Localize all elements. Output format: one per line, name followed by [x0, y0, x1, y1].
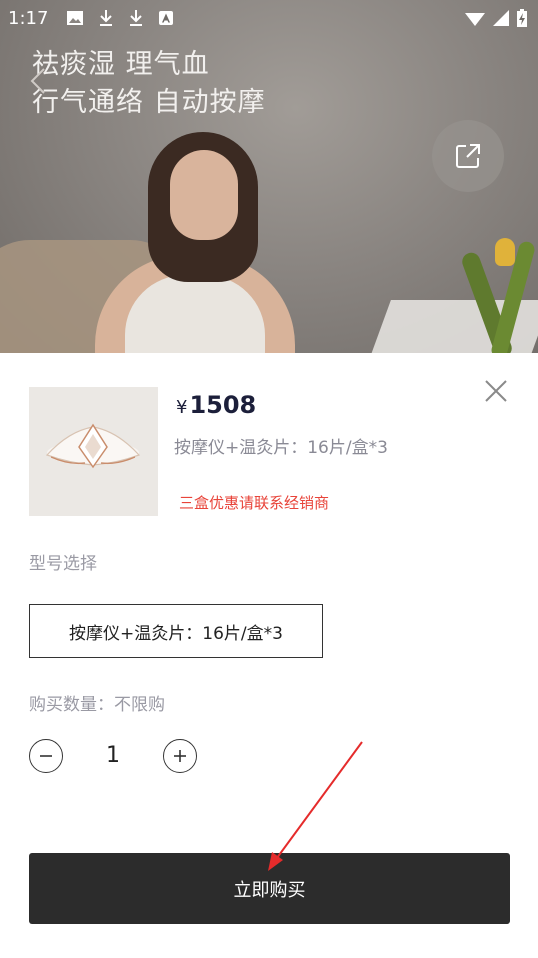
massager-product-image — [45, 423, 141, 469]
minus-icon — [40, 755, 52, 757]
image-icon — [67, 11, 83, 25]
status-bar: 1:17 — [0, 0, 538, 36]
quantity-stepper: 1 — [29, 737, 229, 777]
quantity-value[interactable]: 1 — [103, 743, 123, 768]
model-option-selected[interactable]: 按摩仪+温灸片：16片/盒*3 — [29, 604, 323, 658]
model-section-label: 型号选择 — [29, 554, 97, 574]
plus-icon — [174, 750, 186, 762]
download-icon — [100, 10, 112, 26]
status-system-icons — [464, 8, 528, 28]
currency-symbol: ¥ — [176, 397, 188, 418]
close-icon[interactable] — [483, 378, 509, 404]
hero-tulip — [495, 238, 515, 266]
battery-charging-icon — [517, 9, 527, 27]
status-time: 1:17 — [8, 8, 49, 29]
increase-quantity-button[interactable] — [163, 739, 197, 773]
promo-note: 三盒优惠请联系经销商 — [179, 494, 330, 512]
hero-headline: 祛痰湿 理气血 行气通络 自动按摩 — [32, 46, 266, 122]
product-hero-image: 祛痰湿 理气血 行气通络 自动按摩 — [0, 0, 538, 360]
hero-headline-line2: 行气通络 自动按摩 — [32, 87, 266, 118]
download-icon — [130, 10, 142, 26]
buy-now-button[interactable]: 立即购买 — [29, 853, 510, 924]
quantity-label: 购买数量：不限购 — [29, 695, 165, 715]
back-chevron-icon[interactable] — [26, 66, 50, 96]
price-value: 1508 — [189, 391, 257, 419]
buy-now-label: 立即购买 — [233, 879, 306, 901]
share-button[interactable] — [432, 120, 504, 192]
selected-spec: 按摩仪+温灸片：16片/盒*3 — [174, 438, 388, 458]
app-a-icon — [159, 11, 173, 25]
signal-icon — [493, 10, 509, 26]
hero-headline-line1: 祛痰湿 理气血 — [32, 49, 210, 80]
price: ¥1508 — [176, 391, 256, 419]
share-icon — [456, 144, 480, 168]
decrease-quantity-button[interactable] — [29, 739, 63, 773]
product-thumbnail — [29, 387, 158, 516]
hero-model-face — [170, 150, 238, 240]
wifi-icon — [465, 13, 485, 26]
purchase-sheet: ¥1508 按摩仪+温灸片：16片/盒*3 三盒优惠请联系经销商 型号选择 按摩… — [0, 353, 538, 958]
status-notification-icons — [66, 9, 174, 27]
